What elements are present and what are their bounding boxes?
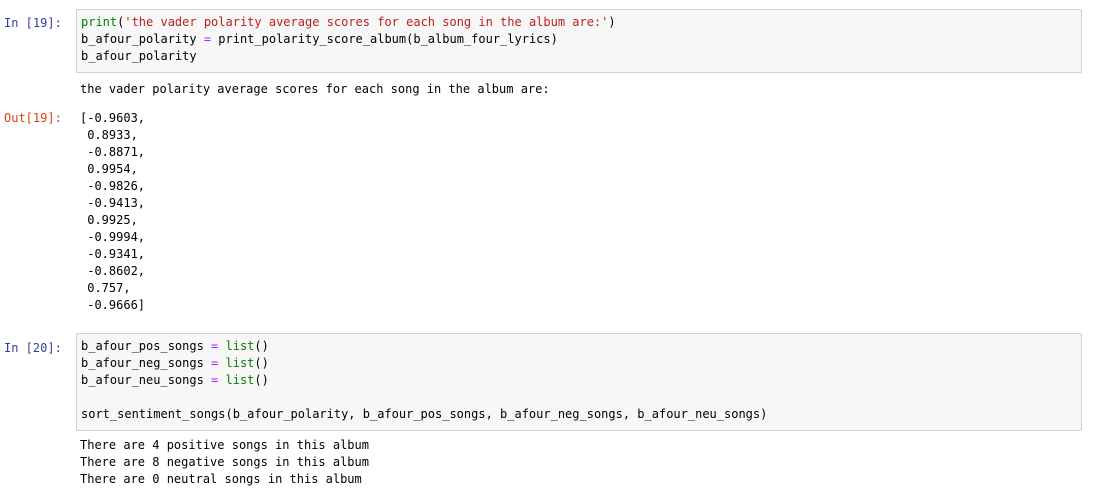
code-line: b_afour_polarity [81,49,197,63]
code-line: b_afour_polarity = print_polarity_score_… [81,31,1077,48]
variable: b_afour_pos_songs [81,339,212,353]
paren: () [254,356,269,370]
output-line: 0.9925, [80,213,138,227]
code-line: b_afour_neg_songs = list() [81,355,1077,372]
variable: b_afour_polarity [81,32,204,46]
code-line: b_afour_pos_songs = list() [81,338,1077,355]
stdout-cell-19: the vader polarity average scores for ea… [80,81,550,98]
function-call: print_polarity_score_album(b_album_four_… [211,32,558,46]
list-builtin: list [218,373,255,387]
paren: ) [608,15,616,29]
stdout-line: There are 8 negative songs in this album [80,455,369,469]
variable: b_afour_neu_songs [81,373,212,387]
stdout-cell-20: There are 4 positive songs in this album… [80,437,369,488]
output-line: -0.8871, [80,145,146,159]
input-prompt: In [20]: [4,341,62,355]
stdout-line: There are 0 neutral songs in this album [80,472,362,486]
variable: b_afour_neg_songs [81,356,212,370]
output-line: 0.8933, [80,128,138,142]
paren: () [254,373,269,387]
output-line: -0.9666] [80,298,146,312]
stdout-line: There are 4 positive songs in this album [80,438,369,452]
output-line: -0.9826, [80,179,146,193]
print-keyword: print [81,15,118,29]
stdout-line: the vader polarity average scores for ea… [80,82,550,96]
list-builtin: list [218,356,255,370]
code-line: sort_sentiment_songs(b_afour_polarity, b… [81,407,768,421]
code-line: print('the vader polarity average scores… [81,14,1077,31]
list-builtin: list [218,339,255,353]
output-line: [-0.9603, [80,111,146,125]
output-prompt: Out[19]: [4,111,62,125]
output-line: 0.9954, [80,162,138,176]
output-line: -0.9413, [80,196,146,210]
code-input-cell-19[interactable]: print('the vader polarity average scores… [76,9,1082,73]
output-line: 0.757, [80,281,131,295]
output-line: -0.9994, [80,230,146,244]
operator: = [203,32,212,46]
output-result-cell-19: [-0.9603, 0.8933, -0.8871, 0.9954, -0.98… [80,110,145,314]
output-line: -0.8602, [80,264,146,278]
output-line: -0.9341, [80,247,146,261]
code-line: b_afour_neu_songs = list() [81,372,1077,389]
string-literal: 'the vader polarity average scores for e… [124,15,609,29]
paren: () [254,339,269,353]
code-input-cell-20[interactable]: b_afour_pos_songs = list() b_afour_neg_s… [76,333,1082,431]
input-prompt: In [19]: [4,16,62,30]
